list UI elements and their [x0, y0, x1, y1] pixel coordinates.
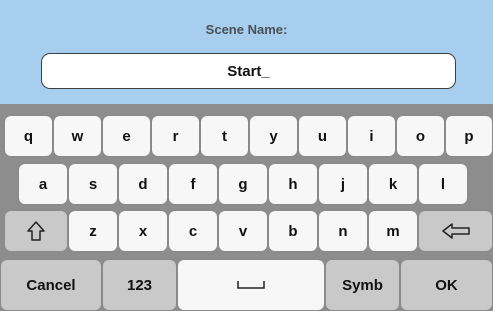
backspace-arrow-icon — [441, 223, 470, 239]
key-s[interactable]: s — [68, 163, 118, 205]
scene-name-input[interactable]: Start_ — [41, 53, 456, 89]
key-l[interactable]: l — [418, 163, 468, 205]
key-b[interactable]: b — [268, 210, 318, 252]
key-c[interactable]: c — [168, 210, 218, 252]
shift-arrow-icon — [27, 221, 45, 241]
numbers-button[interactable]: 123 — [102, 259, 177, 311]
shift-key[interactable] — [4, 210, 68, 252]
ok-button[interactable]: OK — [400, 259, 493, 311]
key-m[interactable]: m — [368, 210, 418, 252]
key-q[interactable]: q — [4, 115, 53, 157]
key-e[interactable]: e — [102, 115, 151, 157]
cancel-button[interactable]: Cancel — [0, 259, 102, 311]
key-g[interactable]: g — [218, 163, 268, 205]
key-o[interactable]: o — [396, 115, 445, 157]
key-x[interactable]: x — [118, 210, 168, 252]
key-r[interactable]: r — [151, 115, 200, 157]
header-area: Scene Name: Start_ — [0, 0, 493, 104]
backspace-key[interactable] — [418, 210, 493, 252]
key-u[interactable]: u — [298, 115, 347, 157]
key-h[interactable]: h — [268, 163, 318, 205]
key-i[interactable]: i — [347, 115, 396, 157]
key-y[interactable]: y — [249, 115, 298, 157]
dialog-title: Scene Name: — [205, 22, 288, 37]
symbols-button[interactable]: Symb — [325, 259, 400, 311]
key-j[interactable]: j — [318, 163, 368, 205]
key-v[interactable]: v — [218, 210, 268, 252]
key-w[interactable]: w — [53, 115, 102, 157]
key-n[interactable]: n — [318, 210, 368, 252]
key-d[interactable]: d — [118, 163, 168, 205]
key-t[interactable]: t — [200, 115, 249, 157]
key-a[interactable]: a — [18, 163, 68, 205]
space-bracket-icon — [237, 281, 265, 289]
key-f[interactable]: f — [168, 163, 218, 205]
onscreen-keyboard: q w e r t y u i o p a s d f g h j k l z … — [0, 104, 493, 311]
key-k[interactable]: k — [368, 163, 418, 205]
scene-name-dialog: Scene Name: Start_ q w e r t y u i o p a… — [0, 0, 493, 311]
space-bar[interactable] — [177, 259, 325, 311]
key-z[interactable]: z — [68, 210, 118, 252]
key-p[interactable]: p — [445, 115, 493, 157]
